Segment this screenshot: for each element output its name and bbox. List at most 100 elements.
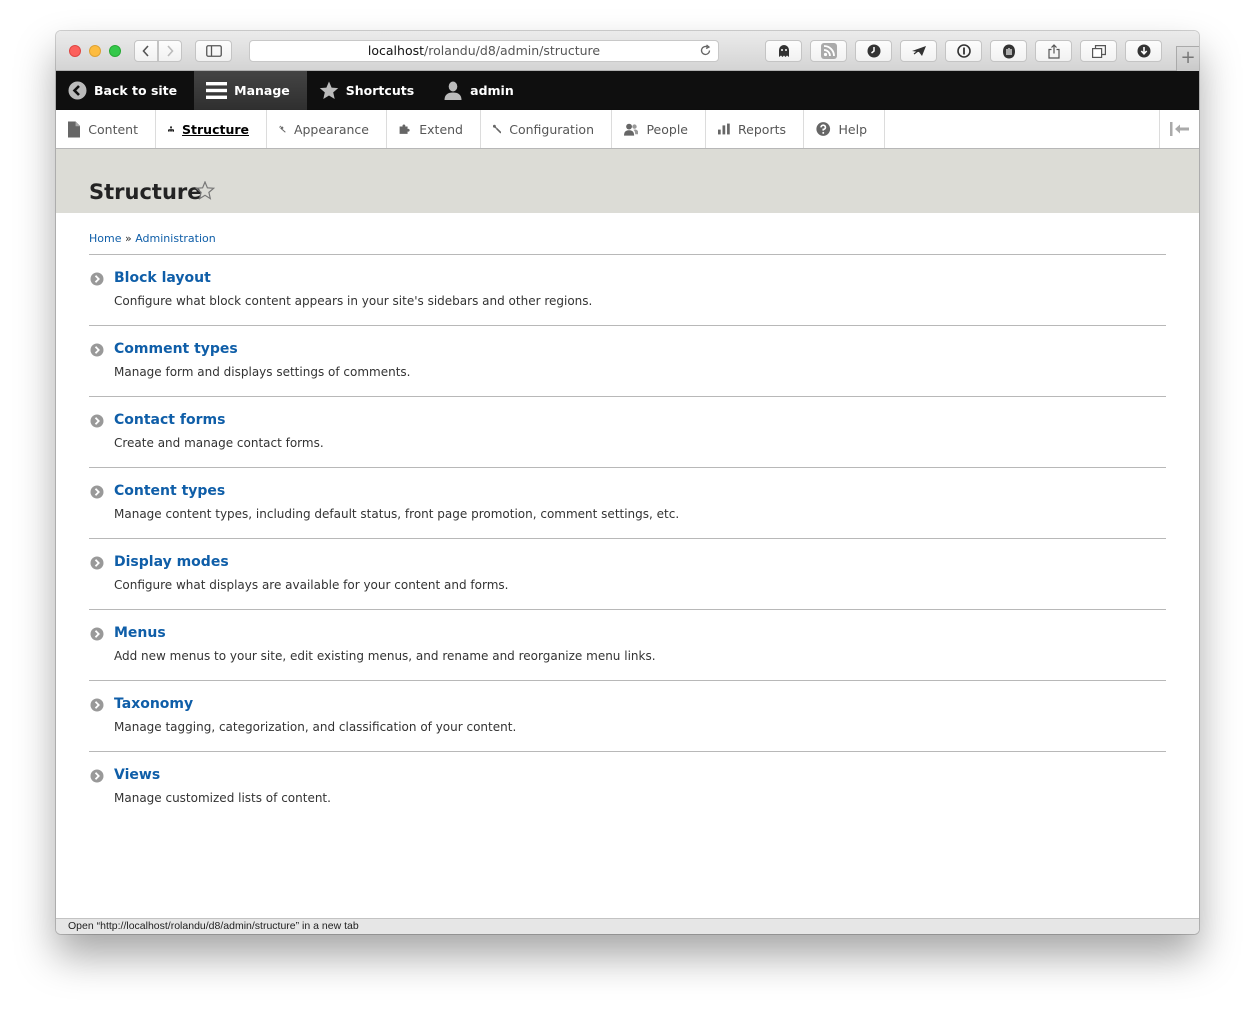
block-layout-link[interactable]: Block layout bbox=[114, 270, 211, 286]
circle-arrow-right-icon bbox=[90, 343, 104, 357]
chevron-left-icon bbox=[142, 45, 149, 57]
arrow-circle-left-icon bbox=[68, 81, 87, 100]
list-item: Display modes Configure what displays ar… bbox=[89, 539, 1166, 610]
shortcuts-label: Shortcuts bbox=[345, 83, 415, 98]
tray-label-content: Content bbox=[88, 121, 138, 137]
clock-button[interactable] bbox=[855, 40, 892, 62]
zoom-window-button[interactable] bbox=[109, 45, 121, 57]
paintbrush-icon bbox=[279, 125, 286, 133]
content-types-link[interactable]: Content types bbox=[114, 483, 225, 499]
breadcrumb-administration[interactable]: Administration bbox=[135, 232, 216, 245]
tray-label-structure: Structure bbox=[182, 121, 249, 137]
tray-label-people: People bbox=[646, 121, 688, 137]
tray-item-help[interactable]: Help bbox=[804, 110, 885, 148]
forward-button[interactable] bbox=[158, 40, 182, 62]
people-icon bbox=[624, 123, 639, 136]
share-icon bbox=[1047, 43, 1060, 59]
circle-arrow-right-icon bbox=[90, 272, 104, 286]
list-item: Comment types Manage form and displays s… bbox=[89, 326, 1166, 397]
hand-icon bbox=[1002, 44, 1015, 58]
tray-item-people[interactable]: People bbox=[612, 110, 706, 148]
item-description: Configure what displays are available fo… bbox=[114, 578, 509, 592]
clock-icon bbox=[867, 44, 880, 58]
list-item: Taxonomy Manage tagging, categorization,… bbox=[89, 681, 1166, 752]
menus-link[interactable]: Menus bbox=[114, 625, 166, 641]
list-item: Content types Manage content types, incl… bbox=[89, 468, 1166, 539]
share-button[interactable] bbox=[1035, 40, 1072, 62]
download-icon bbox=[1137, 44, 1150, 58]
info-icon bbox=[956, 44, 971, 58]
item-description: Configure what block content appears in … bbox=[114, 294, 593, 308]
tray-item-reports[interactable]: Reports bbox=[706, 110, 804, 148]
url-host: localhost bbox=[367, 43, 425, 58]
item-description: Manage content types, including default … bbox=[114, 507, 680, 521]
help-icon bbox=[816, 122, 831, 136]
browser-chrome: localhost/rolandu/d8/admin/structure + bbox=[56, 31, 1199, 71]
circle-arrow-right-icon bbox=[90, 698, 104, 712]
circle-arrow-right-icon bbox=[90, 556, 104, 570]
admin-tray: Content Structure Appearance Extend Conf… bbox=[56, 110, 1199, 149]
ghostery-icon bbox=[778, 45, 789, 57]
tray-item-content[interactable]: Content bbox=[56, 110, 156, 148]
item-description: Manage customized lists of content. bbox=[114, 791, 331, 805]
status-bar: Open “http://localhost/rolandu/d8/admin/… bbox=[56, 918, 1199, 934]
circle-arrow-right-icon bbox=[90, 485, 104, 499]
tray-label-help: Help bbox=[838, 121, 868, 137]
tabs-icon bbox=[1091, 44, 1106, 58]
tray-item-structure[interactable]: Structure bbox=[156, 110, 267, 148]
views-link[interactable]: Views bbox=[114, 767, 160, 783]
minimize-window-button[interactable] bbox=[89, 45, 101, 57]
sidebar-toggle-button[interactable] bbox=[195, 40, 232, 62]
user-tab[interactable]: admin bbox=[431, 71, 531, 110]
wrench-icon bbox=[493, 124, 502, 134]
comment-types-link[interactable]: Comment types bbox=[114, 341, 238, 357]
item-description: Manage form and displays settings of com… bbox=[114, 365, 411, 379]
taxonomy-link[interactable]: Taxonomy bbox=[114, 696, 193, 712]
tray-item-extend[interactable]: Extend bbox=[387, 110, 481, 148]
list-item: Views Manage customized lists of content… bbox=[89, 752, 1166, 823]
back-button[interactable] bbox=[134, 40, 158, 62]
tray-item-appearance[interactable]: Appearance bbox=[267, 110, 387, 148]
hamburger-icon bbox=[206, 82, 228, 99]
rss-button[interactable] bbox=[810, 40, 847, 62]
tray-label-reports: Reports bbox=[738, 121, 786, 137]
file-icon bbox=[68, 120, 81, 138]
circle-arrow-right-icon bbox=[90, 414, 104, 428]
user-label: admin bbox=[470, 83, 514, 98]
tray-label-extend: Extend bbox=[419, 121, 463, 137]
admin-list: Block layout Configure what block conten… bbox=[89, 254, 1166, 823]
list-item: Menus Add new menus to your site, edit e… bbox=[89, 610, 1166, 681]
paper-plane-icon bbox=[911, 46, 926, 56]
hand-button[interactable] bbox=[990, 40, 1027, 62]
star-icon bbox=[319, 81, 338, 99]
manage-tab[interactable]: Manage bbox=[194, 71, 307, 110]
circle-arrow-right-icon bbox=[90, 769, 104, 783]
tray-label-configuration: Configuration bbox=[509, 121, 594, 137]
manage-label: Manage bbox=[234, 83, 290, 98]
close-window-button[interactable] bbox=[69, 45, 81, 57]
list-item: Block layout Configure what block conten… bbox=[89, 255, 1166, 326]
shortcuts-tab[interactable]: Shortcuts bbox=[307, 71, 431, 110]
tabs-overview-button[interactable] bbox=[1080, 40, 1117, 62]
item-description: Manage tagging, categorization, and clas… bbox=[114, 720, 517, 734]
info-button[interactable] bbox=[945, 40, 982, 62]
page-title: Structure bbox=[89, 180, 202, 204]
new-tab-button[interactable]: + bbox=[1176, 46, 1199, 71]
downloads-button[interactable] bbox=[1125, 40, 1162, 62]
paper-plane-button[interactable] bbox=[900, 40, 937, 62]
reload-icon[interactable] bbox=[699, 44, 712, 57]
breadcrumb-separator: » bbox=[124, 232, 132, 245]
breadcrumb-home[interactable]: Home bbox=[89, 232, 121, 245]
sidebar-icon bbox=[205, 45, 222, 57]
admin-toolbar: Back to site Manage Shortcuts admin bbox=[56, 71, 1199, 110]
tray-item-configuration[interactable]: Configuration bbox=[481, 110, 612, 148]
tray-orientation-toggle[interactable] bbox=[1159, 110, 1199, 148]
display-modes-link[interactable]: Display modes bbox=[114, 554, 229, 570]
back-to-site-link[interactable]: Back to site bbox=[56, 71, 194, 110]
puzzle-icon bbox=[399, 124, 410, 134]
rss-icon bbox=[820, 43, 837, 59]
ghostery-button[interactable] bbox=[765, 40, 802, 62]
shortcut-star-icon[interactable] bbox=[195, 181, 215, 200]
address-bar[interactable]: localhost/rolandu/d8/admin/structure bbox=[249, 40, 719, 62]
contact-forms-link[interactable]: Contact forms bbox=[114, 412, 225, 428]
